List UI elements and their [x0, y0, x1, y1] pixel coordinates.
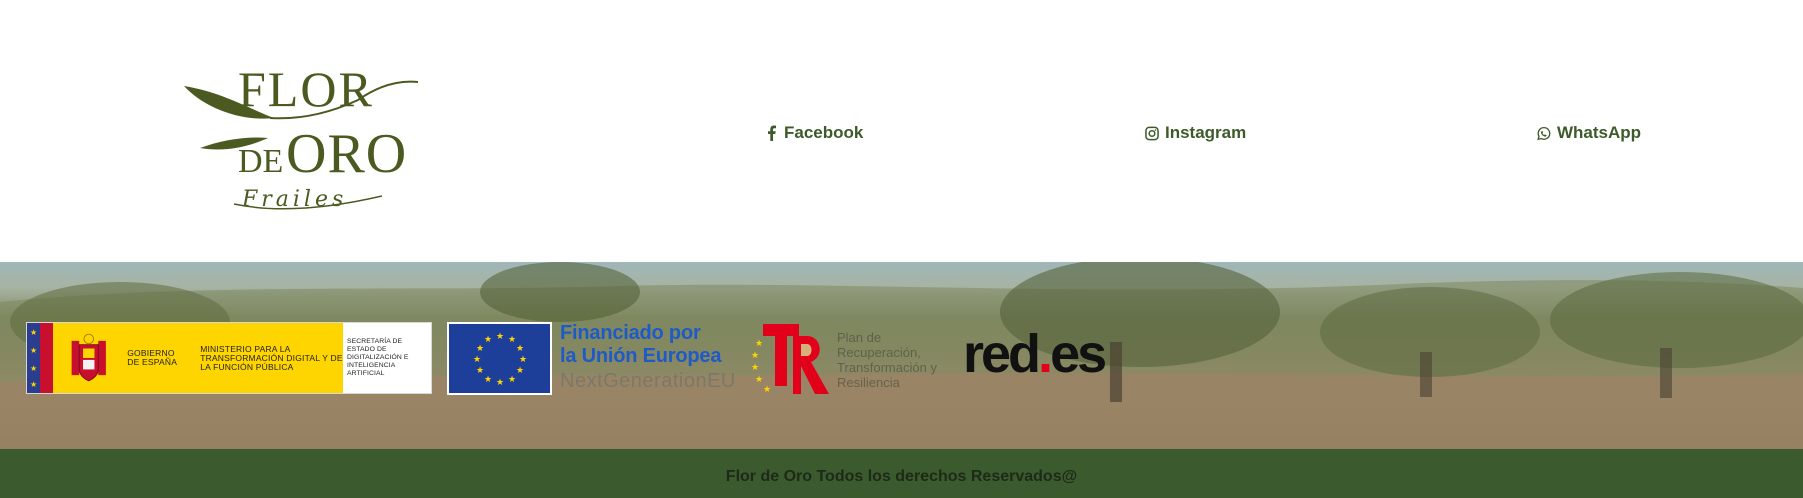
site-header: FLOR DE ORO Frailes Facebook Instagram W…: [0, 0, 1803, 262]
svg-text:★: ★: [763, 385, 771, 395]
svg-text:★: ★: [755, 339, 763, 349]
eu-flag-icon: ★ ★ ★ ★ ★ ★ ★ ★ ★ ★ ★ ★: [447, 322, 552, 395]
eu-text: Financiado por la Unión Europea NextGene…: [560, 322, 736, 394]
svg-text:★: ★: [483, 375, 491, 385]
facebook-label: Facebook: [784, 123, 864, 142]
svg-text:★: ★: [483, 335, 491, 345]
svg-text:★: ★: [475, 344, 483, 354]
whatsapp-label: WhatsApp: [1557, 123, 1642, 142]
svg-text:★: ★: [751, 363, 759, 373]
eu-union-label: la Unión Europea: [560, 345, 722, 367]
instagram-link[interactable]: Instagram: [1145, 123, 1246, 143]
instagram-label: Instagram: [1165, 123, 1247, 142]
gov-white-panel: SECRETARÍA DE ESTADO DE DIGITALIZACIÓN E…: [343, 323, 431, 393]
plan-recuperacion-logo: ★ ★ ★ ★ ★ Plan de Recuperación, Transfor…: [749, 322, 947, 396]
instagram-icon: [1145, 125, 1159, 141]
copyright-text: Flor de Oro Todos los derechos Reservado…: [725, 468, 1078, 485]
eu-stripe: ★ ★ ★ ★: [27, 323, 53, 393]
svg-text:★: ★: [751, 351, 759, 361]
red-es-dot: .: [1038, 324, 1053, 384]
svg-text:FLOR: FLOR: [238, 61, 374, 117]
eu-nextgen-label: NextGenerationEU: [560, 370, 736, 392]
eu-financiado-label: Financiado por: [560, 322, 701, 344]
whatsapp-icon: [1537, 125, 1551, 141]
svg-text:★: ★: [515, 366, 523, 376]
svg-text:★: ★: [518, 355, 526, 365]
facebook-icon: [764, 125, 778, 141]
red-es-suffix: es: [1050, 324, 1107, 384]
eu-funding-logo: ★ ★ ★ ★ ★ ★ ★ ★ ★ ★ ★ ★ Financiado por l…: [447, 322, 736, 395]
coat-of-arms-icon: [71, 333, 106, 382]
svg-text:★: ★: [495, 332, 503, 342]
svg-text:★: ★: [472, 355, 480, 365]
funding-banner: ★ ★ ★ ★ GOBIERNO DE ESPAÑA MINISTERIO PA…: [0, 262, 1803, 449]
site-footer: Flor de Oro Todos los derechos Reservado…: [0, 449, 1803, 498]
svg-text:★: ★: [495, 378, 503, 388]
gobierno-espana-logo: ★ ★ ★ ★ GOBIERNO DE ESPAÑA MINISTERIO PA…: [26, 322, 432, 394]
svg-text:★: ★: [507, 375, 515, 385]
gov-yellow-panel: ★ ★ ★ ★ GOBIERNO DE ESPAÑA MINISTERIO PA…: [27, 323, 343, 393]
facebook-link[interactable]: Facebook: [764, 123, 863, 143]
red-es-logo: red.es: [963, 324, 1107, 384]
svg-text:DE: DE: [238, 143, 283, 180]
svg-text:★: ★: [507, 335, 515, 345]
whatsapp-link[interactable]: WhatsApp: [1537, 123, 1641, 143]
svg-text:ORO: ORO: [286, 123, 407, 185]
svg-text:★: ★: [475, 366, 483, 376]
red-es-prefix: red: [963, 324, 1041, 384]
logo-graphic: FLOR DE ORO Frailes: [184, 61, 419, 212]
flor-de-oro-logo[interactable]: FLOR DE ORO Frailes: [182, 56, 428, 212]
ministerio-label: MINISTERIO PARA LA TRANSFORMACIÓN DIGITA…: [200, 343, 343, 372]
svg-text:★: ★: [755, 375, 763, 385]
svg-text:★: ★: [515, 344, 523, 354]
prtr-label: Plan de Recuperación, Transformación y R…: [837, 330, 937, 390]
gobierno-label: GOBIERNO DE ESPAÑA: [127, 348, 178, 367]
secretaria-label: SECRETARÍA DE ESTADO DE DIGITALIZACIÓN E…: [347, 338, 409, 377]
prtr-icon: ★ ★ ★ ★ ★: [751, 324, 829, 395]
